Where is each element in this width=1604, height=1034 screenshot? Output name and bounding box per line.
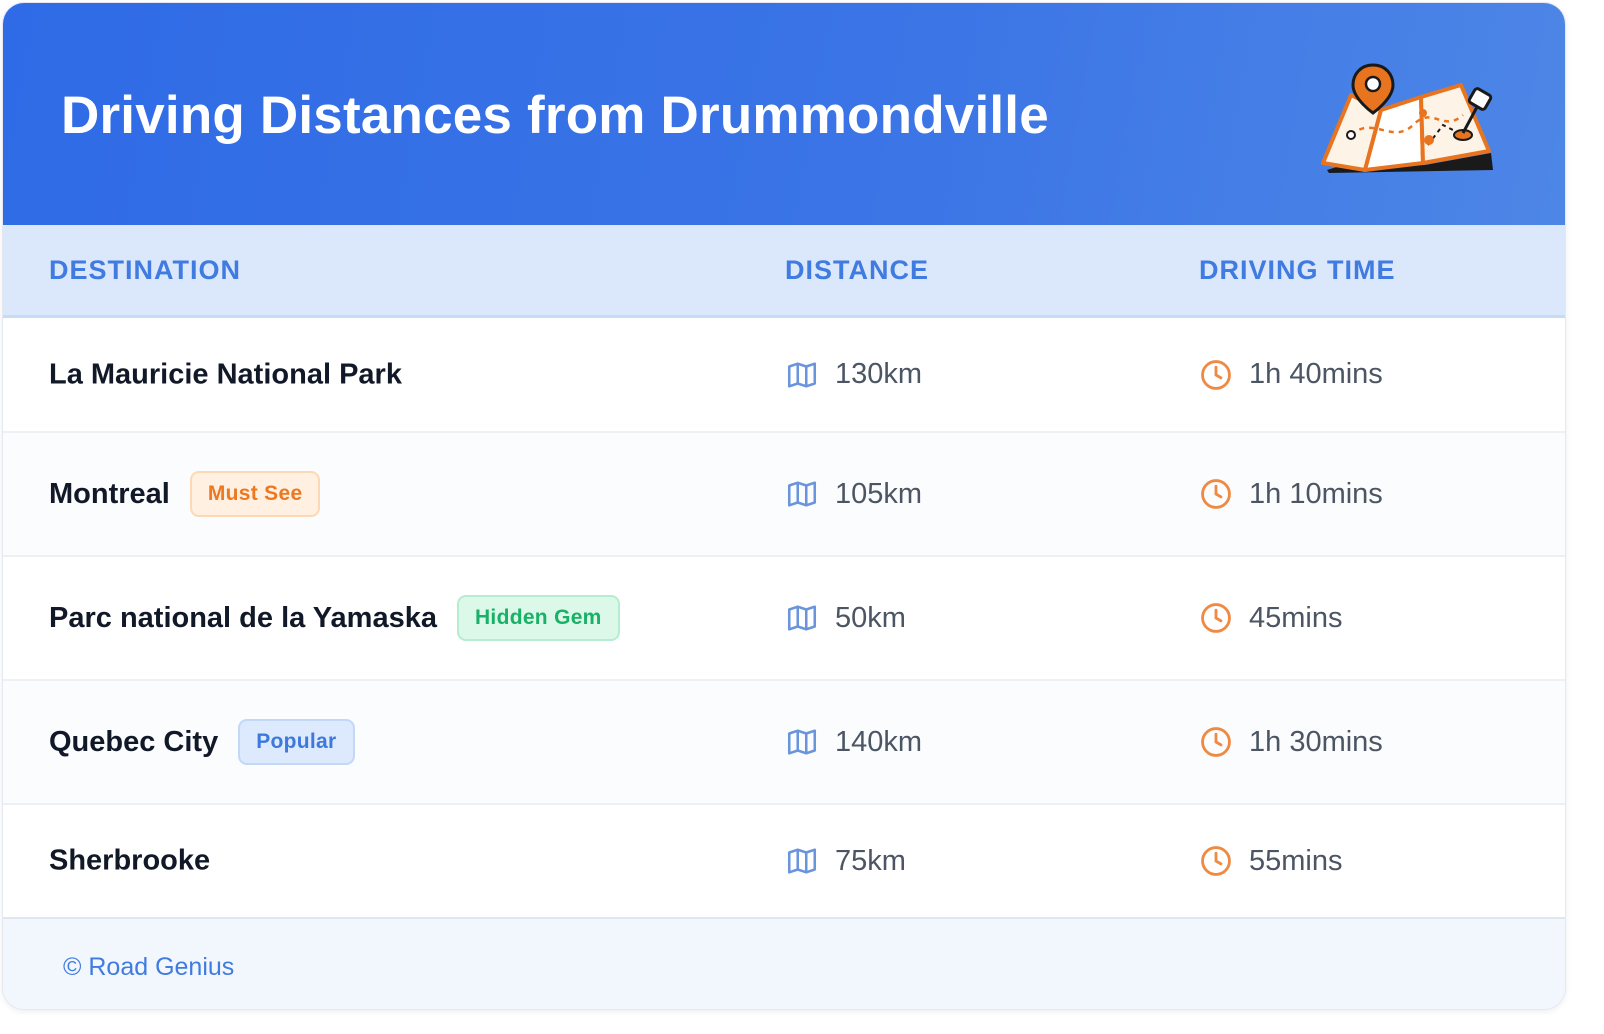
distance-value: 130km xyxy=(835,358,923,390)
map-icon xyxy=(787,481,817,507)
must-see-badge: Must See xyxy=(189,471,321,517)
time-value: 1h 10mins xyxy=(1249,477,1383,510)
time-value: 1h 30mins xyxy=(1249,725,1383,758)
distance-cell: 50km xyxy=(785,601,906,635)
time-cell: 1h 10mins xyxy=(1199,477,1383,511)
distance-value: 105km xyxy=(835,477,923,510)
table-header: DESTINATION DISTANCE DRIVING TIME xyxy=(3,225,1565,318)
clock-icon xyxy=(1201,359,1231,390)
distance-table-card: Driving Distances from Drummondville DES… xyxy=(2,2,1566,1010)
time-cell: 1h 30mins xyxy=(1199,725,1383,759)
map-icon xyxy=(787,848,817,874)
table-row: Parc national de la Yamaska Hidden Gem 5… xyxy=(3,557,1565,681)
folded-map-icon xyxy=(1321,63,1493,173)
destination-cell: Sherbrooke xyxy=(49,845,210,878)
map-icon xyxy=(787,729,817,755)
clock-icon xyxy=(1201,846,1231,876)
destination-cell: Quebec City Popular xyxy=(49,719,355,765)
copyright-text: © Road Genius xyxy=(63,953,235,981)
time-cell: 45mins xyxy=(1199,601,1343,635)
distance-value: 75km xyxy=(835,844,906,877)
distance-cell: 130km xyxy=(785,358,922,392)
time-value: 1h 40mins xyxy=(1249,358,1383,390)
distance-value: 50km xyxy=(835,601,906,634)
distance-value: 140km xyxy=(835,725,923,758)
time-cell: 1h 40mins xyxy=(1199,358,1383,392)
time-value: 45mins xyxy=(1249,601,1343,634)
page-title: Driving Distances from Drummondville xyxy=(61,86,1049,145)
destination-name: La Mauricie National Park xyxy=(49,358,402,390)
clock-icon xyxy=(1201,727,1231,757)
destination-name: Montreal xyxy=(49,477,170,510)
table-row: La Mauricie National Park 130km 1h 40min… xyxy=(3,318,1565,433)
clock-icon xyxy=(1201,479,1231,509)
time-value: 55mins xyxy=(1249,844,1343,877)
column-header-driving-time: DRIVING TIME xyxy=(1199,255,1396,285)
table-row: Montreal Must See 105km 1h 10mins xyxy=(3,433,1565,557)
destination-name: Quebec City xyxy=(49,725,219,758)
column-header-destination: DESTINATION xyxy=(49,255,241,285)
map-icon xyxy=(787,605,817,631)
table-row: Quebec City Popular 140km 1h 30mins xyxy=(3,681,1565,805)
destination-cell: La Mauricie National Park xyxy=(49,358,402,391)
destination-name: Parc national de la Yamaska xyxy=(49,601,437,634)
destination-name: Sherbrooke xyxy=(49,844,211,877)
header-banner: Driving Distances from Drummondville xyxy=(3,3,1565,225)
footer: © Road Genius xyxy=(3,917,1565,1009)
distance-cell: 140km xyxy=(785,725,922,759)
popular-badge: Popular xyxy=(238,719,355,765)
table-row: Sherbrooke 75km 55mins xyxy=(3,805,1565,917)
destination-cell: Parc national de la Yamaska Hidden Gem xyxy=(49,595,620,641)
hidden-gem-badge: Hidden Gem xyxy=(456,595,620,641)
map-icon xyxy=(787,361,817,388)
destination-cell: Montreal Must See xyxy=(49,471,321,517)
column-header-distance: DISTANCE xyxy=(785,255,930,285)
clock-icon xyxy=(1201,603,1231,633)
time-cell: 55mins xyxy=(1199,844,1343,878)
distance-cell: 75km xyxy=(785,844,906,878)
distance-cell: 105km xyxy=(785,477,922,511)
